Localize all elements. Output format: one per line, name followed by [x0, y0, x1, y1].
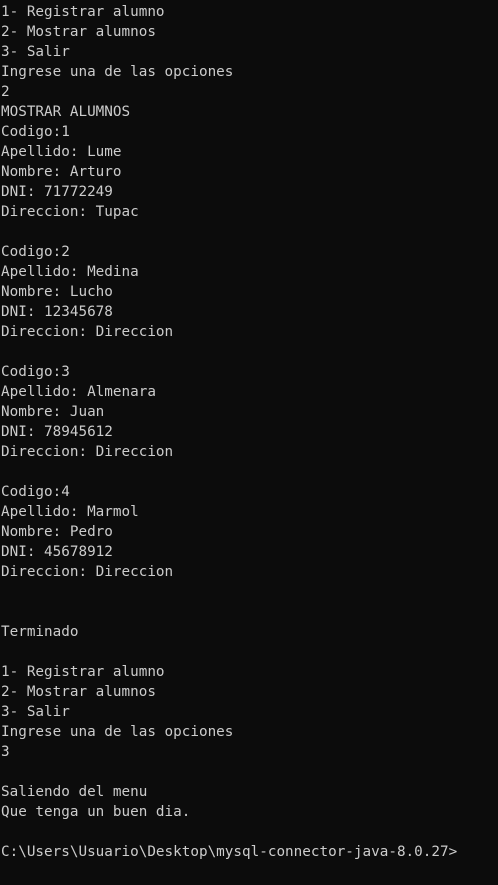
console-line: 1- Registrar alumno	[1, 664, 165, 680]
console-line: Direccion: Tupac	[1, 204, 139, 220]
console-line: Apellido: Almenara	[1, 384, 156, 400]
console-line: DNI: 71772249	[1, 184, 113, 200]
console-line: Direccion: Direccion	[1, 444, 174, 460]
command-prompt: C:\Users\Usuario\Desktop\mysql-connector…	[1, 844, 458, 860]
console-line: 1- Registrar alumno	[1, 4, 165, 20]
console-line: Codigo:3	[1, 364, 70, 380]
console-line: Saliendo del menu	[1, 784, 148, 800]
console-line: Ingrese una de las opciones	[1, 724, 234, 740]
console-window[interactable]: 1- Registrar alumno 2- Mostrar alumnos 3- …	[0, 0, 498, 885]
console-line: DNI: 12345678	[1, 304, 113, 320]
console-line: 3- Salir	[1, 44, 70, 60]
console-line: DNI: 45678912	[1, 544, 113, 560]
console-line: MOSTRAR ALUMNOS	[1, 104, 131, 120]
console-line: Direccion: Direccion	[1, 324, 174, 340]
console-line: Codigo:2	[1, 244, 70, 260]
console-line: Codigo:4	[1, 484, 70, 500]
console-line: Apellido: Marmol	[1, 504, 139, 520]
console-line: 2- Mostrar alumnos	[1, 684, 156, 700]
console-line: 2	[1, 84, 10, 100]
console-line: Direccion: Direccion	[1, 564, 174, 580]
console-line: 2- Mostrar alumnos	[1, 24, 156, 40]
console-line: Ingrese una de las opciones	[1, 64, 234, 80]
console-line: 3- Salir	[1, 704, 70, 720]
console-line: Terminado	[1, 624, 79, 640]
console-line: Codigo:1	[1, 124, 70, 140]
console-line: Nombre: Pedro	[1, 524, 113, 540]
console-line: 3	[1, 744, 10, 760]
console-line: Apellido: Lume	[1, 144, 122, 160]
console-line: Nombre: Lucho	[1, 284, 113, 300]
console-line: Apellido: Medina	[1, 264, 139, 280]
console-line: Que tenga un buen dia.	[1, 804, 191, 820]
console-line: Nombre: Arturo	[1, 164, 122, 180]
console-line: DNI: 78945612	[1, 424, 113, 440]
console-line: Nombre: Juan	[1, 404, 105, 420]
